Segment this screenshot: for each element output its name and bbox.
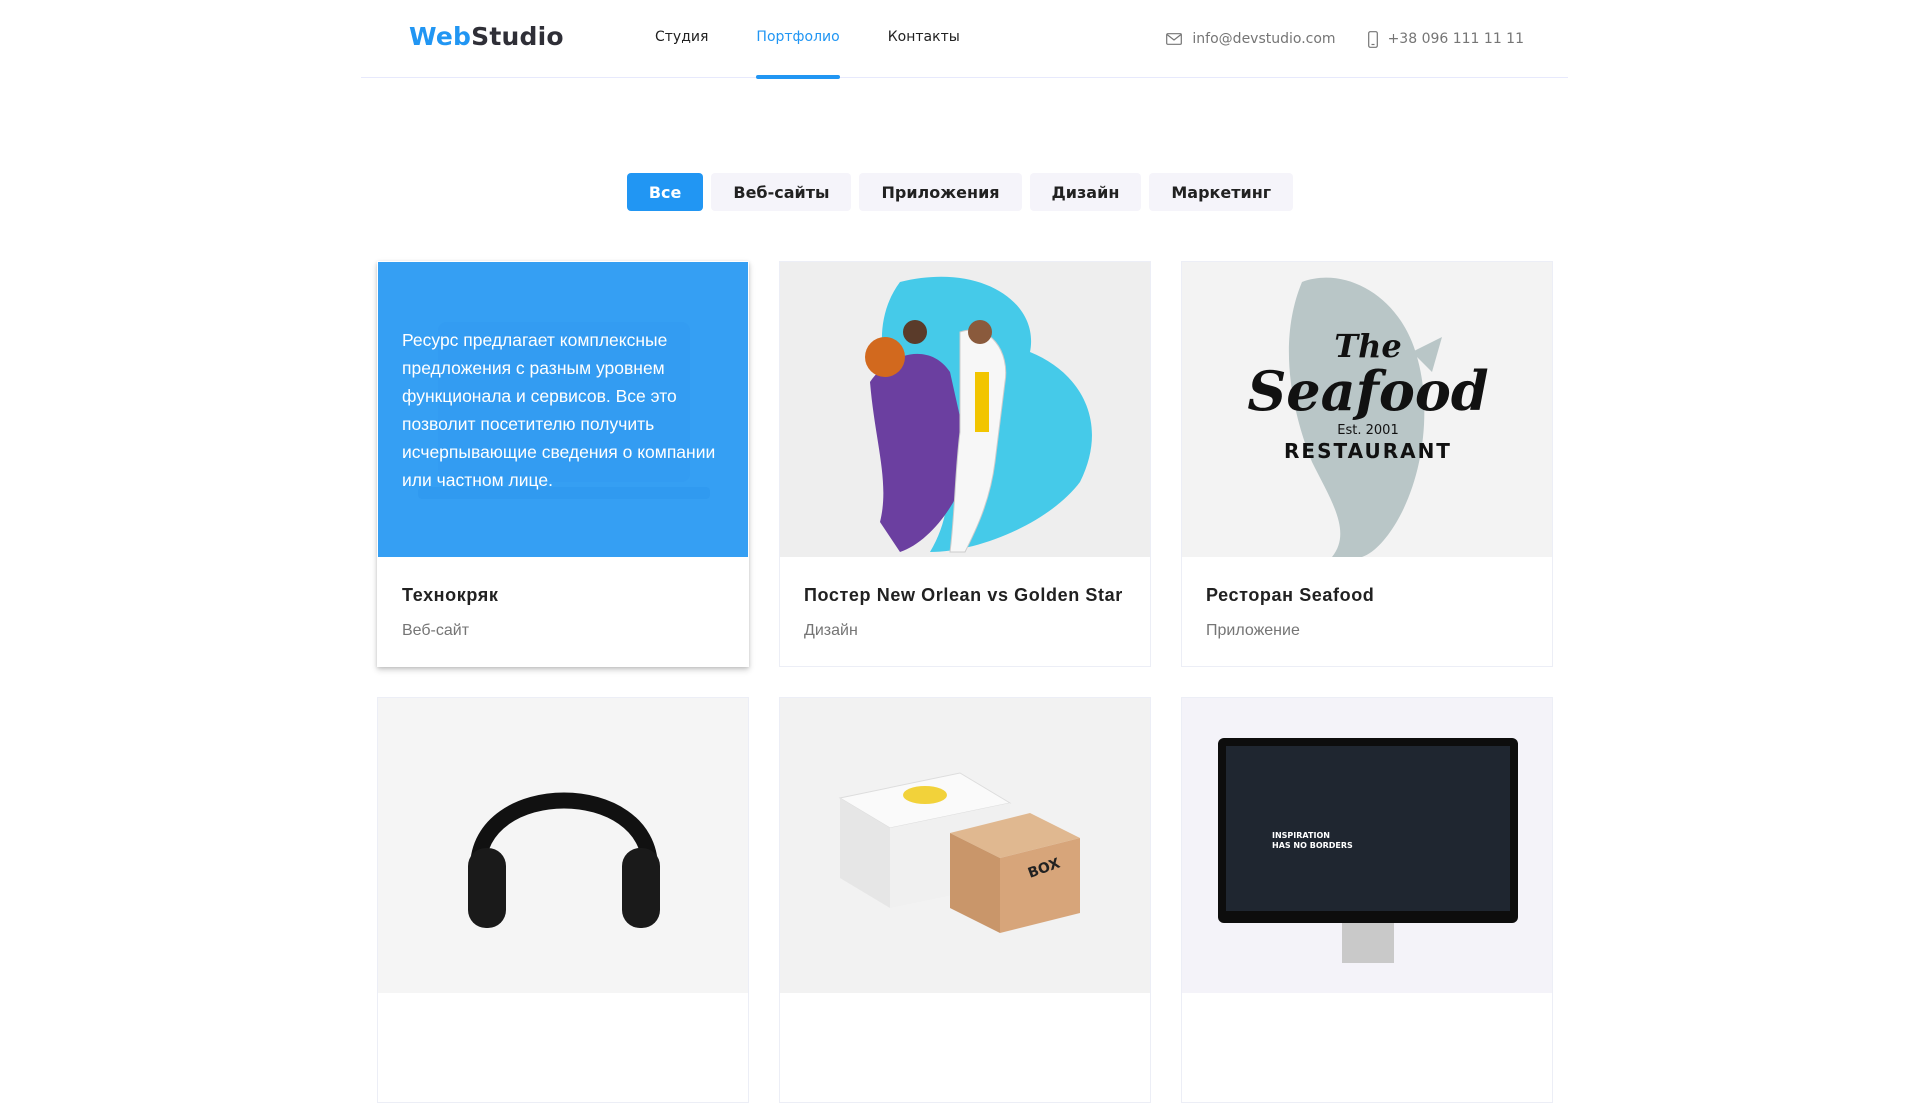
phone-icon <box>1367 30 1378 48</box>
portfolio-card-headphones[interactable] <box>377 697 749 1103</box>
card-description-overlay: Ресурс предлагает комплексные предложени… <box>378 262 748 557</box>
logo-seafood-text: Seafood <box>1247 359 1488 423</box>
portfolio-card-boxes[interactable]: BOX <box>779 697 1151 1103</box>
filter-apps[interactable]: Приложения <box>859 173 1022 211</box>
portfolio-grid: Ресурс предлагает комплексные предложени… <box>377 261 1553 1103</box>
card-body: Постер New Orlean vs Golden Star Дизайн <box>780 557 1150 640</box>
card-thumbnail: Ресурс предлагает комплексные предложени… <box>378 262 748 557</box>
card-title: Технокряк <box>402 585 499 605</box>
email-link[interactable]: info@devstudio.com <box>1166 31 1336 47</box>
portfolio-card-monitor[interactable]: INSPIRATION HAS NO BORDERS <box>1181 697 1553 1103</box>
mail-icon <box>1166 33 1183 45</box>
nav-item-portfolio[interactable]: Портфолио <box>756 0 841 79</box>
screen-heading-1: INSPIRATION <box>1272 831 1330 840</box>
phone-text: +38 096 111 11 11 <box>1387 31 1524 47</box>
card-title: Постер New Orlean vs Golden Star <box>804 585 1123 605</box>
filter-design[interactable]: Дизайн <box>1029 173 1142 211</box>
portfolio-card-tehnokryak[interactable]: Ресурс предлагает комплексные предложени… <box>377 261 749 667</box>
card-body <box>1182 993 1552 1021</box>
card-category: Дизайн <box>804 622 858 639</box>
card-thumbnail: INSPIRATION HAS NO BORDERS <box>1182 698 1552 993</box>
nav-item-contacts[interactable]: Контакты <box>888 0 960 78</box>
card-thumbnail <box>780 262 1150 557</box>
boxes-image: BOX <box>838 772 1080 933</box>
phone-link[interactable]: +38 096 111 11 11 <box>1367 30 1524 48</box>
portfolio-card-poster[interactable]: Постер New Orlean vs Golden Star Дизайн <box>779 261 1151 667</box>
main-nav: Студия Портфолио Контакты <box>655 0 1008 79</box>
card-body: Технокряк Веб-сайт <box>378 557 748 640</box>
logo-studio: Studio <box>471 22 564 51</box>
card-body <box>378 993 748 1021</box>
nav-item-studio[interactable]: Студия <box>655 0 708 78</box>
card-thumbnail <box>378 698 748 993</box>
header-contacts: info@devstudio.com +38 096 111 11 11 <box>1134 0 1524 78</box>
filter-all[interactable]: Все <box>626 173 704 211</box>
site-header: WebStudio Студия Портфолио Контакты info… <box>361 0 1568 79</box>
card-thumbnail: BOX <box>780 698 1150 993</box>
headphones-image <box>468 792 660 928</box>
logo-restaurant-text: RESTAURANT <box>1284 439 1452 463</box>
portfolio-card-seafood[interactable]: The Seafood Est. 2001 RESTAURANT Рестора… <box>1181 261 1553 667</box>
logo[interactable]: WebStudio <box>409 22 564 51</box>
filter-websites[interactable]: Веб-сайты <box>711 173 852 211</box>
seafood-logo-image: The Seafood Est. 2001 RESTAURANT <box>1247 277 1489 557</box>
logo-web: Web <box>409 22 472 51</box>
card-category: Приложение <box>1206 622 1300 639</box>
monitor-image: INSPIRATION HAS NO BORDERS <box>1218 738 1518 963</box>
email-text: info@devstudio.com <box>1192 31 1336 47</box>
card-body: Ресторан Seafood Приложение <box>1182 557 1552 640</box>
card-title: Ресторан Seafood <box>1206 585 1375 605</box>
logo-est-text: Est. 2001 <box>1337 423 1398 438</box>
card-body <box>780 993 1150 1021</box>
portfolio-filters: Все Веб-сайты Приложения Дизайн Маркетин… <box>0 173 1920 211</box>
card-thumbnail: The Seafood Est. 2001 RESTAURANT <box>1182 262 1552 557</box>
card-category: Веб-сайт <box>402 622 470 639</box>
screen-heading-2: HAS NO BORDERS <box>1272 841 1353 850</box>
basketball-poster-image <box>865 276 1092 553</box>
filter-marketing[interactable]: Маркетинг <box>1149 173 1294 211</box>
